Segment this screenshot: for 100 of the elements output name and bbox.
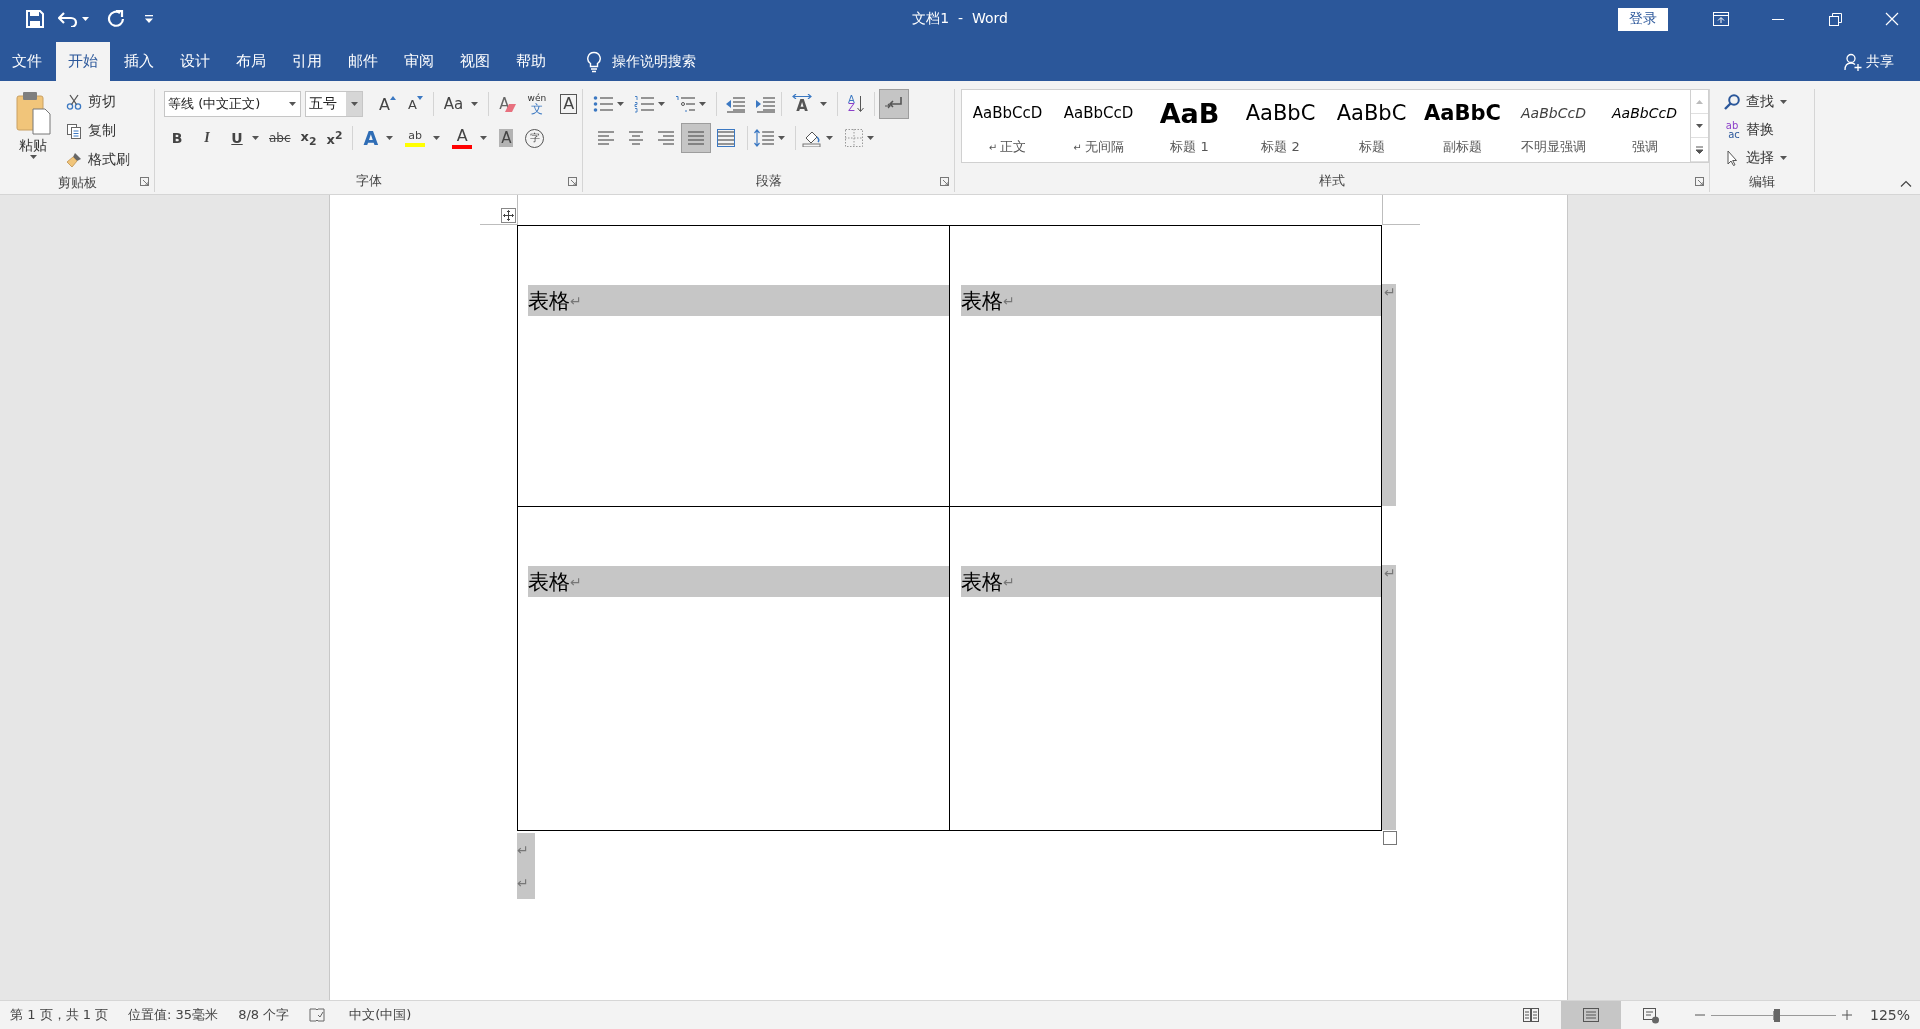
caret-icon[interactable] [289,102,296,106]
table-resize-handle-icon[interactable] [1383,831,1397,845]
ribbon-display-icon[interactable] [1712,11,1729,27]
customize-icon[interactable] [145,15,153,23]
lightbulb-icon[interactable] [586,50,602,73]
person-add-icon[interactable] [1844,52,1862,71]
ribbon-tab[interactable]: 文件 [0,42,54,81]
font-size-field[interactable]: 五号 [305,91,363,117]
language-status[interactable]: 中文(中国) [349,1006,412,1024]
caret-icon[interactable] [29,155,37,159]
more-styles-icon[interactable] [1695,145,1704,154]
caret-icon[interactable] [480,136,488,140]
font-name-field[interactable]: 等线 (中文正文) [164,91,301,117]
select-button[interactable]: 选择 [1724,145,1814,171]
grow-font-button[interactable]: A [375,92,400,116]
format-painter-button[interactable]: 格式刷 [62,147,134,173]
style-gallery-item[interactable]: AaBbCcD 不明显强调 [1508,90,1599,162]
style-gallery-item[interactable]: AaBbC 标题 [1326,90,1417,162]
caret-icon[interactable] [820,102,827,106]
bullets-icon[interactable] [593,95,613,113]
caret-icon[interactable] [867,136,874,140]
cut-button[interactable]: 剪切 [62,89,134,115]
style-gallery-item[interactable]: AaB 标题 1 [1144,90,1235,162]
collapse-ribbon-icon[interactable] [1900,180,1912,187]
increase-indent-icon[interactable] [755,95,775,113]
redo-icon[interactable] [107,10,125,28]
superscript-button[interactable]: x$^{2}$ [322,126,347,150]
sort-button[interactable]: A Z [844,92,868,116]
underline-button[interactable]: U [226,126,248,150]
caret-icon[interactable] [658,102,665,106]
window-title: 文档1 - Word [912,10,1008,28]
style-gallery-item[interactable]: AaBbCcD ↵ 无间隔 [1053,90,1144,162]
word-count[interactable]: 8/8 个字 [238,1006,290,1024]
shading-bucket-icon[interactable] [802,129,822,147]
style-gallery-item[interactable]: AaBbCcD ↵ 正文 [962,90,1053,162]
ribbon-tab[interactable]: 帮助 [504,42,558,81]
strikethrough-button[interactable]: abc [265,126,295,150]
caret-icon[interactable] [617,102,624,106]
caret-icon[interactable] [82,17,89,21]
character-shading-button[interactable]: A [495,126,518,150]
numbering-icon[interactable] [634,95,654,113]
proofing-icon[interactable] [309,1008,326,1022]
page-count: 第 1 页，共 1 页 [10,1006,109,1024]
change-case-button[interactable]: Aa [439,92,468,116]
ribbon-tab[interactable]: 设计 [168,42,222,81]
caret-icon[interactable] [1780,156,1787,160]
shrink-font-button[interactable]: A [403,92,427,116]
caret-icon[interactable] [386,136,394,140]
highlight-button[interactable]: ab [401,126,430,150]
style-gallery-item[interactable]: AaBbCcD 强调 [1599,90,1690,162]
dialog-launcher-icon[interactable] [940,177,949,186]
dialog-launcher-icon[interactable] [568,177,577,186]
ribbon-tab[interactable]: 引用 [280,42,334,81]
subscript-button[interactable]: x$_{2}$ [296,126,321,150]
caret-icon[interactable] [471,102,479,106]
text-effects-button[interactable]: A [359,126,383,150]
caret-icon[interactable] [778,136,785,140]
table-move-handle-icon[interactable] [501,208,516,223]
phonetic-guide-button[interactable]: wén 文 [519,92,551,116]
decrease-indent-icon[interactable] [725,95,745,113]
italic-button[interactable]: I [196,126,218,150]
caret-icon[interactable] [1780,100,1787,104]
caret-icon[interactable] [433,136,441,140]
show-formatting-marks-button[interactable] [878,89,909,119]
asian-layout-button[interactable]: A [788,92,816,116]
zoom-level[interactable]: 125% [1869,1007,1910,1023]
find-button[interactable]: 查找 [1724,89,1814,115]
sign-in-button[interactable]: 登录 [1618,7,1668,31]
ribbon-tab[interactable]: 开始 [56,42,110,81]
zoom-in-icon[interactable] [1841,1010,1852,1020]
caret-icon[interactable] [826,136,833,140]
dialog-launcher-icon[interactable] [140,177,149,186]
paste-button[interactable]: 粘贴 [12,91,54,155]
style-gallery-item[interactable]: AaBbC 副标题 [1417,90,1508,162]
close-icon[interactable] [1883,11,1900,27]
double-arrow-icon [792,94,812,99]
copy-button[interactable]: 复制 [62,118,134,144]
undo-icon[interactable] [58,11,78,27]
ribbon-tab[interactable]: 审阅 [392,42,446,81]
caret-icon[interactable] [699,102,706,106]
ribbon-tab[interactable]: 布局 [224,42,278,81]
save-icon[interactable] [26,10,44,28]
ribbon-tab[interactable]: 视图 [448,42,502,81]
view-button[interactable] [1560,1001,1621,1029]
tell-me-search[interactable]: 操作说明搜索 [612,52,696,71]
scroll-down-icon[interactable] [1695,121,1704,130]
share-button[interactable]: 共享 [1866,52,1894,71]
zoom-slider-thumb[interactable] [1774,1009,1781,1022]
ribbon-tab[interactable]: 邮件 [336,42,390,81]
character-border-button[interactable]: A [550,92,582,116]
dialog-launcher-icon[interactable] [1695,177,1704,186]
multilevel-list-icon[interactable] [675,95,695,113]
font-color-button[interactable]: A [448,126,477,150]
caret-icon[interactable] [350,102,358,106]
restore-icon[interactable] [1826,11,1843,27]
line-spacing-icon[interactable] [754,129,774,147]
caret-icon[interactable] [252,136,259,140]
bold-button[interactable]: B [166,126,188,150]
ribbon-tab[interactable]: 插入 [112,42,166,81]
style-gallery-item[interactable]: AaBbC 标题 2 [1235,90,1326,162]
